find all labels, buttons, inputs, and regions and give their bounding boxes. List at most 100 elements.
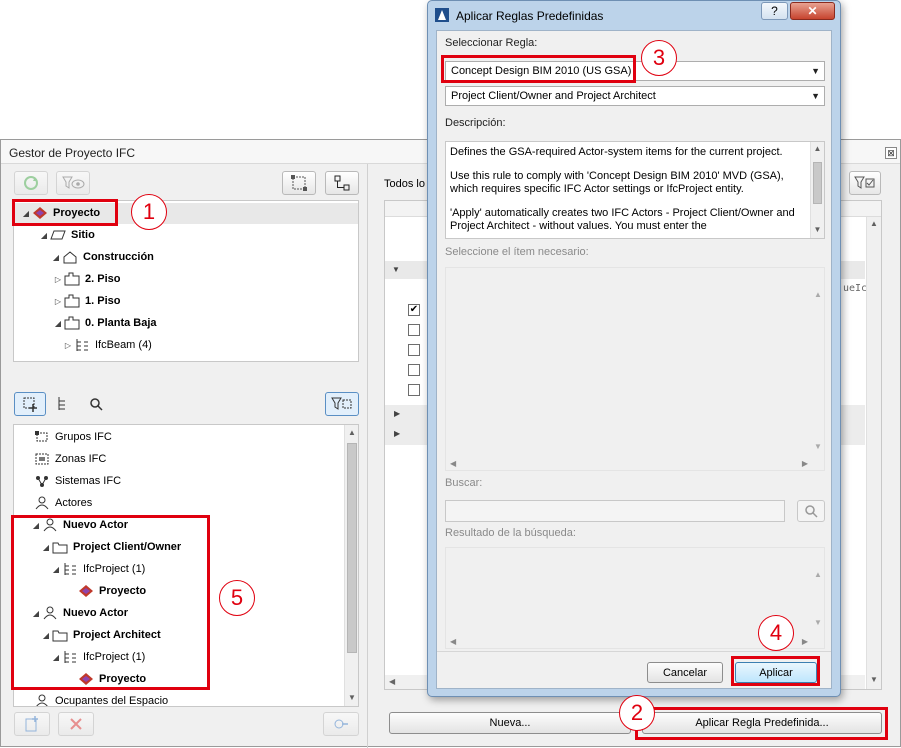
search-label: Buscar: bbox=[445, 477, 483, 489]
scroll-up-arrow[interactable]: ▲ bbox=[812, 570, 824, 579]
tree-item[interactable]: Sistemas IFC bbox=[22, 471, 121, 491]
scroll-down-arrow[interactable]: ▼ bbox=[867, 675, 881, 684]
scroll-thumb[interactable] bbox=[347, 443, 357, 653]
new-entity-button[interactable] bbox=[14, 712, 50, 736]
tree-item[interactable]: ▷ IfcBeam (4) bbox=[62, 335, 152, 355]
tree-item-label: 1. Piso bbox=[85, 295, 121, 307]
search-button[interactable] bbox=[797, 500, 825, 522]
scroll-right-arrow[interactable]: ▶ bbox=[802, 459, 808, 468]
scroll-down-arrow[interactable]: ▼ bbox=[811, 225, 824, 234]
scroll-down-arrow[interactable]: ▼ bbox=[345, 693, 358, 702]
select-elements-button[interactable] bbox=[282, 171, 316, 195]
assign-button[interactable] bbox=[323, 712, 359, 736]
tree-item[interactable]: ▷ 2. Piso bbox=[52, 269, 120, 289]
search-tree-button[interactable] bbox=[86, 394, 106, 414]
callout-2: 2 bbox=[619, 695, 655, 731]
properties-scrollbar[interactable]: ▲ ▼ bbox=[866, 217, 881, 689]
property-checkbox[interactable] bbox=[408, 324, 420, 336]
description-text: Defines the GSA-required Actor-system it… bbox=[450, 146, 806, 238]
item-list-hscrollbar[interactable]: ◀ ▶ bbox=[446, 456, 812, 470]
tree-item[interactable]: ◢ Construcción bbox=[50, 247, 154, 267]
filter-icon bbox=[331, 397, 352, 410]
tree-item-label: 0. Planta Baja bbox=[85, 317, 157, 329]
apply-predefined-rules-dialog: Aplicar Reglas Predefinidas ? ✕ Seleccio… bbox=[427, 0, 841, 697]
new-document-icon bbox=[25, 716, 38, 732]
expand-triangle-icon[interactable]: ▷ bbox=[52, 297, 64, 306]
select-rule-label: Seleccionar Regla: bbox=[445, 37, 538, 49]
annotation-box-1 bbox=[12, 199, 118, 226]
expand-triangle-icon[interactable]: ▷ bbox=[52, 275, 64, 284]
result-hscrollbar[interactable]: ◀ ▶ bbox=[446, 634, 812, 648]
dialog-body: Seleccionar Regla: Concept Design BIM 20… bbox=[436, 30, 832, 689]
tree-item[interactable]: Grupos IFC bbox=[22, 427, 112, 447]
tree-view-button[interactable] bbox=[54, 394, 74, 414]
tree-item[interactable]: Actores bbox=[22, 493, 92, 513]
delete-button[interactable] bbox=[58, 712, 94, 736]
tree-item[interactable]: ▷ 1. Piso bbox=[52, 291, 120, 311]
footer-separator bbox=[437, 651, 831, 652]
callout-3: 3 bbox=[641, 40, 677, 76]
dropdown-arrow-icon: ▼ bbox=[811, 66, 820, 76]
tree-item[interactable]: Zonas IFC bbox=[22, 449, 106, 469]
property-checkbox[interactable] bbox=[408, 364, 420, 376]
pane-splitter[interactable] bbox=[367, 164, 368, 748]
property-filter-label: Todos lo bbox=[384, 178, 425, 190]
tree-item[interactable]: Ocupantes del Espacio bbox=[22, 691, 168, 706]
scroll-right-arrow[interactable]: ▶ bbox=[802, 637, 808, 646]
scroll-left-arrow[interactable]: ◀ bbox=[389, 677, 395, 686]
archicad-logo-icon bbox=[435, 8, 449, 22]
storey-icon bbox=[64, 272, 80, 286]
zone-icon bbox=[34, 452, 50, 466]
scroll-down-arrow[interactable]: ▼ bbox=[812, 618, 824, 627]
scroll-up-arrow[interactable]: ▲ bbox=[345, 428, 358, 437]
filter-check-icon bbox=[854, 176, 875, 189]
filter-visibility-button[interactable] bbox=[56, 171, 90, 195]
close-window-button[interactable]: ⊠ bbox=[885, 147, 897, 159]
actor-icon bbox=[34, 694, 50, 706]
collapse-triangle-icon[interactable]: ▼ bbox=[392, 265, 400, 274]
property-checkbox[interactable] bbox=[408, 384, 420, 396]
add-to-tree-button[interactable] bbox=[14, 392, 46, 416]
structure-view-button[interactable] bbox=[325, 171, 359, 195]
collapse-triangle-icon[interactable]: ◢ bbox=[52, 319, 64, 328]
scroll-thumb[interactable] bbox=[813, 162, 822, 204]
system-icon bbox=[34, 474, 50, 488]
tree-item[interactable]: ◢ Sitio bbox=[38, 225, 95, 245]
annotation-box-5 bbox=[11, 515, 210, 690]
filter-tree-button[interactable] bbox=[325, 392, 359, 416]
expand-triangle-icon[interactable]: ▷ bbox=[62, 341, 74, 350]
help-button[interactable]: ? bbox=[761, 2, 788, 20]
scroll-up-arrow[interactable]: ▲ bbox=[867, 219, 881, 228]
scroll-down-arrow[interactable]: ▼ bbox=[812, 442, 824, 451]
refresh-button[interactable] bbox=[14, 171, 48, 195]
description-paragraph: 'Apply' automatically creates two IFC Ac… bbox=[450, 207, 795, 232]
scroll-up-arrow[interactable]: ▲ bbox=[812, 290, 824, 299]
scroll-up-arrow[interactable]: ▲ bbox=[811, 144, 824, 153]
actor-icon bbox=[34, 496, 50, 510]
property-checkbox[interactable]: ✔ bbox=[408, 304, 420, 316]
expand-triangle-icon[interactable]: ▶ bbox=[394, 409, 400, 418]
tree-item-label: IfcBeam (4) bbox=[95, 339, 152, 351]
select-item-label: Seleccione el ítem necesario: bbox=[445, 246, 589, 258]
search-input[interactable] bbox=[445, 500, 785, 522]
property-filter-button[interactable] bbox=[849, 171, 881, 195]
tree-item[interactable]: ◢ 0. Planta Baja bbox=[52, 313, 157, 333]
property-checkbox[interactable] bbox=[408, 344, 420, 356]
description-scrollbar[interactable]: ▲ ▼ bbox=[810, 142, 824, 238]
scroll-left-arrow[interactable]: ◀ bbox=[450, 459, 456, 468]
search-icon bbox=[805, 505, 818, 518]
tree-scrollbar[interactable]: ▲ ▼ bbox=[344, 425, 358, 706]
item-list[interactable]: ▲ ▼ ◀ ▶ bbox=[445, 267, 825, 471]
collapse-triangle-icon[interactable]: ◢ bbox=[38, 231, 50, 240]
collapse-triangle-icon[interactable]: ◢ bbox=[50, 253, 62, 262]
close-dialog-button[interactable]: ✕ bbox=[790, 2, 835, 20]
ifc-entity-icon bbox=[74, 338, 90, 352]
new-button[interactable]: Nueva... bbox=[389, 712, 631, 734]
filter-eye-icon bbox=[62, 176, 85, 189]
scroll-left-arrow[interactable]: ◀ bbox=[450, 637, 456, 646]
search-result-label: Resultado de la búsqueda: bbox=[445, 527, 576, 539]
sub-rule-select[interactable]: Project Client/Owner and Project Archite… bbox=[445, 86, 825, 106]
cancel-button[interactable]: Cancelar bbox=[647, 662, 723, 683]
tree-item-label: Sitio bbox=[71, 229, 95, 241]
expand-triangle-icon[interactable]: ▶ bbox=[394, 429, 400, 438]
